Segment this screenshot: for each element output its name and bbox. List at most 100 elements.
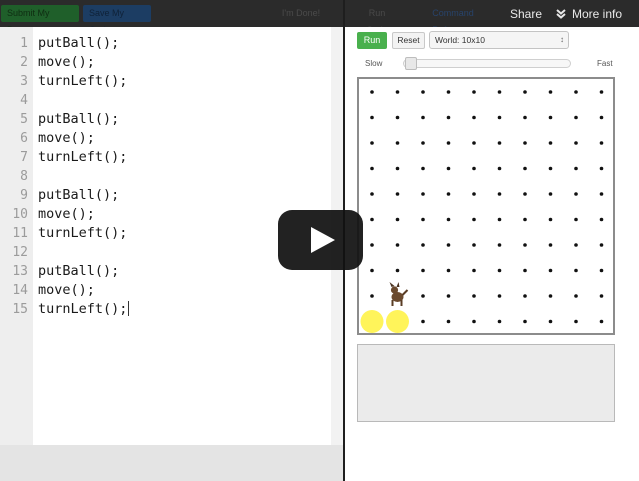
grid-dot — [599, 141, 604, 145]
top-toolbar: Submit My Program Save My Code I'm Done!… — [0, 0, 639, 35]
grid-dot — [421, 115, 425, 120]
grid-dot — [395, 115, 400, 120]
line-number: 4 — [20, 93, 28, 108]
code-line[interactable]: 5 putBall(); — [0, 110, 331, 129]
code-line[interactable]: 4 — [0, 91, 331, 110]
done-button[interactable]: I'm Done! — [275, 5, 327, 22]
grid-dot — [472, 192, 476, 196]
grid-dot — [574, 268, 578, 273]
grid-dot — [395, 192, 400, 196]
grid-dot — [446, 217, 451, 222]
grid-dot — [523, 141, 527, 145]
grid-dot — [599, 166, 604, 171]
grid-dot — [421, 294, 425, 298]
grid-dot — [421, 141, 425, 145]
grid-dot — [497, 166, 502, 171]
code-text: move(); — [38, 206, 95, 222]
karel-world-grid — [357, 77, 615, 335]
grid-dot — [574, 115, 578, 120]
grid-dot — [421, 243, 425, 247]
grid-dot — [370, 294, 374, 298]
line-number: 9 — [20, 188, 28, 203]
play-icon[interactable] — [278, 210, 363, 270]
grid-dot — [523, 294, 527, 298]
reset-button[interactable]: Reset — [392, 32, 425, 49]
tab-command-reference[interactable]: Command Reference — [411, 5, 495, 35]
grid-dot — [599, 217, 604, 222]
grid-dot — [446, 141, 451, 145]
speed-slider-thumb[interactable] — [405, 57, 417, 70]
grid-dot — [472, 243, 476, 247]
grid-dot — [599, 294, 604, 298]
code-text: turnLeft(); — [38, 225, 128, 241]
grid-dot — [446, 166, 451, 171]
grid-dot — [574, 166, 578, 171]
text-cursor — [128, 301, 130, 316]
code-line[interactable]: 1 putBall(); — [0, 34, 331, 53]
grid-dot — [548, 115, 553, 120]
grid-dot — [574, 141, 578, 145]
share-button[interactable]: Share — [510, 7, 542, 21]
run-button[interactable]: Run — [357, 32, 387, 49]
grid-dot — [370, 166, 374, 171]
grid-dot — [523, 268, 527, 273]
line-number: 3 — [20, 74, 28, 89]
grid-dot — [395, 243, 400, 247]
grid-dot — [548, 217, 553, 222]
code-line[interactable]: 14 move(); — [0, 281, 331, 300]
tab-run-code[interactable]: Run Code — [354, 5, 400, 35]
submit-program-button[interactable]: Submit My Program — [1, 5, 79, 35]
line-number: 11 — [12, 226, 28, 241]
grid-dot — [497, 90, 502, 94]
grid-dot — [497, 141, 502, 145]
grid-dot — [497, 243, 502, 247]
code-line[interactable]: 15 turnLeft(); — [0, 300, 331, 319]
more-info-button[interactable]: More info — [556, 7, 622, 21]
code-line[interactable]: 9 putBall(); — [0, 186, 331, 205]
grid-dot — [599, 243, 604, 247]
save-code-button[interactable]: Save My Code — [83, 5, 151, 35]
grid-dot — [523, 166, 527, 171]
code-text: move(); — [38, 130, 95, 146]
grid-dot — [446, 115, 451, 120]
grid-dot — [599, 319, 604, 324]
run-panel: Run Reset World: 10x10 ↕ Slow Fast — [345, 27, 639, 481]
line-number: 12 — [12, 245, 28, 260]
grid-dot — [446, 319, 451, 324]
line-number: 7 — [20, 150, 28, 165]
grid-dot — [497, 115, 502, 120]
code-text: turnLeft(); — [38, 301, 130, 317]
grid-dot — [472, 319, 476, 324]
speed-slider[interactable] — [403, 59, 571, 68]
grid-dot — [395, 141, 400, 145]
line-number: 15 — [12, 302, 28, 317]
grid-dot — [472, 268, 476, 273]
grid-dot — [574, 243, 578, 247]
grid-dot — [370, 243, 374, 247]
code-line[interactable]: 8 — [0, 167, 331, 186]
code-line[interactable]: 7 turnLeft(); — [0, 148, 331, 167]
code-line[interactable]: 2 move(); — [0, 53, 331, 72]
line-number: 2 — [20, 55, 28, 70]
world-select-value: World: 10x10 — [435, 35, 485, 45]
grid-dot — [523, 319, 527, 324]
grid-dot — [370, 90, 374, 94]
code-text: putBall(); — [38, 263, 120, 279]
grid-dot — [523, 192, 527, 196]
grid-dot — [523, 243, 527, 247]
grid-dot — [395, 166, 400, 171]
grid-dot — [446, 294, 451, 298]
code-text: move(); — [38, 282, 95, 298]
speed-slow-label: Slow — [365, 59, 383, 68]
grid-dot — [472, 141, 476, 145]
grid-dot — [395, 268, 400, 273]
world-select[interactable]: World: 10x10 ↕ — [429, 31, 569, 49]
grid-dot — [548, 141, 553, 145]
speed-fast-label: Fast — [597, 59, 613, 68]
code-line[interactable]: 6 move(); — [0, 129, 331, 148]
grid-dot — [446, 243, 451, 247]
code-text: putBall(); — [38, 35, 120, 51]
code-line[interactable]: 3 turnLeft(); — [0, 72, 331, 91]
grid-dot — [370, 268, 374, 273]
grid-dot — [370, 115, 374, 120]
